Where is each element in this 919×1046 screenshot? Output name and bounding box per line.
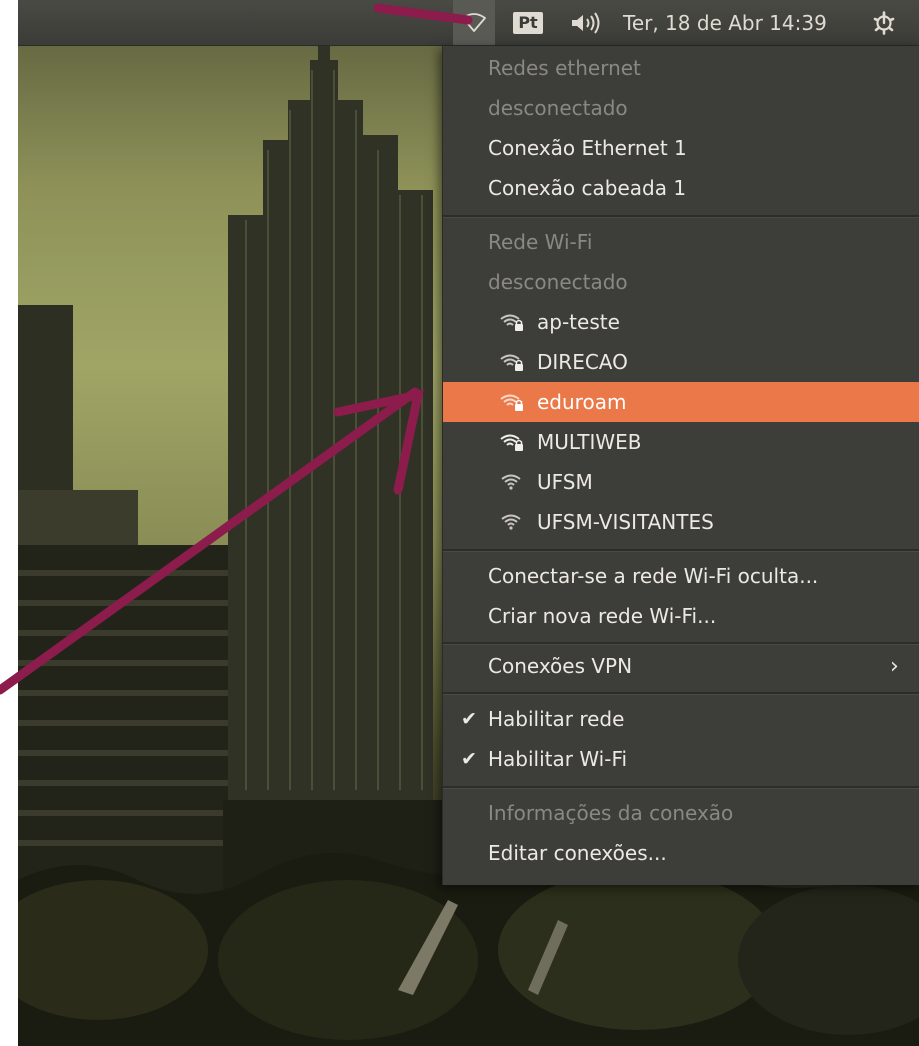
menu-separator [443, 692, 919, 695]
wired-connection-1[interactable]: Conexão cabeada 1 [443, 168, 919, 208]
network-name: DIRECAO [537, 350, 628, 374]
gear-power-icon [873, 10, 895, 35]
wifi-status: desconectado [443, 262, 919, 302]
menu-item-label: Conexão Ethernet 1 [488, 136, 687, 160]
wifi-network-item[interactable]: UFSM [443, 462, 919, 502]
wifi-signal-icon [501, 514, 521, 530]
ethernet-connection-1[interactable]: Conexão Ethernet 1 [443, 128, 919, 168]
menu-separator [443, 549, 919, 552]
connection-info-item: Informações da conexão [443, 793, 919, 833]
wifi-network-item[interactable]: MULTIWEB [443, 422, 919, 462]
network-indicator[interactable] [453, 0, 495, 45]
menu-item-label: Conexões VPN [488, 654, 633, 678]
sound-indicator[interactable] [564, 0, 609, 45]
network-name: UFSM-VISITANTES [537, 510, 714, 534]
ethernet-header: Redes ethernet [443, 48, 919, 88]
wifi-network-item[interactable]: UFSM-VISITANTES [443, 502, 919, 542]
menu-item-label: Criar nova rede Wi-Fi... [488, 604, 717, 628]
menu-item-label: Habilitar rede [488, 707, 625, 731]
desktop-screen: Pt Ter, 18 de Abr 14:39 Redes ethernet d… [18, 0, 919, 1046]
wifi-secure-icon [500, 314, 523, 331]
wifi-network-item-highlighted[interactable]: eduroam [443, 382, 919, 422]
ethernet-status-label: desconectado [488, 96, 628, 120]
network-menu: Redes ethernet desconectado Conexão Ethe… [442, 46, 919, 885]
chevron-right-icon: › [890, 653, 899, 679]
menu-item-label: Conexão cabeada 1 [488, 176, 687, 200]
wifi-signal-icon [501, 474, 521, 490]
checkmark-icon: ✔ [461, 748, 477, 770]
enable-wifi-item[interactable]: ✔ Habilitar Wi-Fi [443, 739, 919, 779]
wifi-secure-icon [500, 434, 523, 451]
language-badge: Pt [513, 11, 543, 34]
connect-hidden-wifi-item[interactable]: Conectar-se a rede Wi-Fi oculta... [443, 556, 919, 596]
wifi-header-label: Rede Wi-Fi [488, 230, 593, 254]
menu-separator [443, 215, 919, 218]
clock-indicator[interactable]: Ter, 18 de Abr 14:39 [623, 0, 827, 45]
network-name: UFSM [537, 470, 593, 494]
edit-connections-item[interactable]: Editar conexões... [443, 833, 919, 873]
menu-item-label: Editar conexões... [488, 841, 667, 865]
wifi-network-item[interactable]: DIRECAO [443, 342, 919, 382]
wifi-indicator-icon [462, 12, 486, 32]
menu-separator [443, 786, 919, 789]
session-indicator[interactable] [866, 0, 902, 45]
network-name: ap-teste [537, 310, 620, 334]
vpn-connections-item[interactable]: Conexões VPN › [443, 646, 919, 686]
enable-network-item[interactable]: ✔ Habilitar rede [443, 699, 919, 739]
wifi-secure-icon [500, 394, 523, 411]
checkmark-icon: ✔ [461, 708, 477, 730]
top-panel: Pt Ter, 18 de Abr 14:39 [18, 0, 919, 46]
network-name: MULTIWEB [537, 430, 642, 454]
menu-separator [443, 642, 919, 645]
wifi-header: Rede Wi-Fi [443, 222, 919, 262]
keyboard-language-indicator[interactable]: Pt [510, 0, 546, 45]
menu-item-label: Habilitar Wi-Fi [488, 747, 628, 771]
speaker-volume-icon [571, 11, 599, 34]
menu-item-label: Conectar-se a rede Wi-Fi oculta... [488, 564, 819, 588]
create-wifi-network-item[interactable]: Criar nova rede Wi-Fi... [443, 596, 919, 636]
wifi-status-label: desconectado [488, 270, 628, 294]
ethernet-header-label: Redes ethernet [488, 56, 641, 80]
wifi-secure-icon [500, 354, 523, 371]
ethernet-status: desconectado [443, 88, 919, 128]
network-name: eduroam [537, 390, 627, 414]
menu-item-label: Informações da conexão [488, 801, 734, 825]
wifi-network-item[interactable]: ap-teste [443, 302, 919, 342]
